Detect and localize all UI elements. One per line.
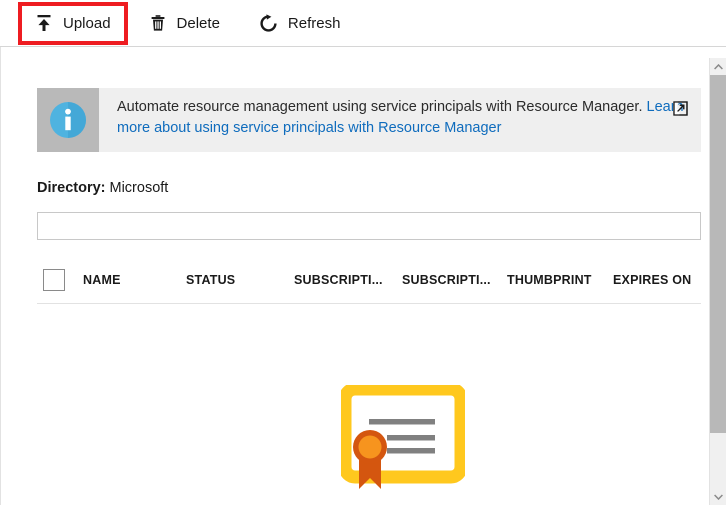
info-banner: Automate resource management using servi… <box>37 88 701 152</box>
column-header-status[interactable]: STATUS <box>186 273 235 287</box>
column-header-name[interactable]: NAME <box>83 273 121 287</box>
upload-icon <box>33 12 55 34</box>
select-all-checkbox[interactable] <box>43 269 65 291</box>
column-header-thumbprint[interactable]: THUMBPRINT <box>507 273 592 287</box>
certificates-table-header: NAME STATUS SUBSCRIPTI... SUBSCRIPTI... … <box>37 262 701 304</box>
command-toolbar: Upload Delete Refresh <box>0 0 726 47</box>
certificate-icon <box>341 385 465 493</box>
directory-label: Directory: <box>37 180 106 196</box>
delete-button[interactable]: Delete <box>137 1 230 45</box>
vertical-scrollbar[interactable] <box>709 58 726 505</box>
upload-button[interactable]: Upload <box>23 1 121 45</box>
info-banner-message: Automate resource management using servi… <box>117 99 647 115</box>
scrollbar-thumb[interactable] <box>710 75 726 433</box>
refresh-label: Refresh <box>288 16 341 31</box>
directory-row: Directory:Microsoft <box>37 180 168 196</box>
trash-icon <box>147 12 169 34</box>
column-header-subscription-1[interactable]: SUBSCRIPTI... <box>294 273 383 287</box>
info-banner-text: Automate resource management using servi… <box>99 88 701 152</box>
search-input[interactable] <box>37 212 701 240</box>
upload-label: Upload <box>63 16 111 31</box>
blade-content: Automate resource management using servi… <box>0 47 726 505</box>
info-icon <box>37 88 99 152</box>
refresh-button[interactable]: Refresh <box>248 1 351 45</box>
chevron-up-icon[interactable] <box>710 58 726 75</box>
column-header-expires-on[interactable]: EXPIRES ON <box>613 273 691 287</box>
column-header-subscription-2[interactable]: SUBSCRIPTI... <box>402 273 491 287</box>
external-link-icon[interactable] <box>672 100 689 117</box>
refresh-icon <box>258 12 280 34</box>
delete-label: Delete <box>177 16 220 31</box>
directory-value: Microsoft <box>110 180 169 196</box>
chevron-down-icon[interactable] <box>710 488 726 505</box>
